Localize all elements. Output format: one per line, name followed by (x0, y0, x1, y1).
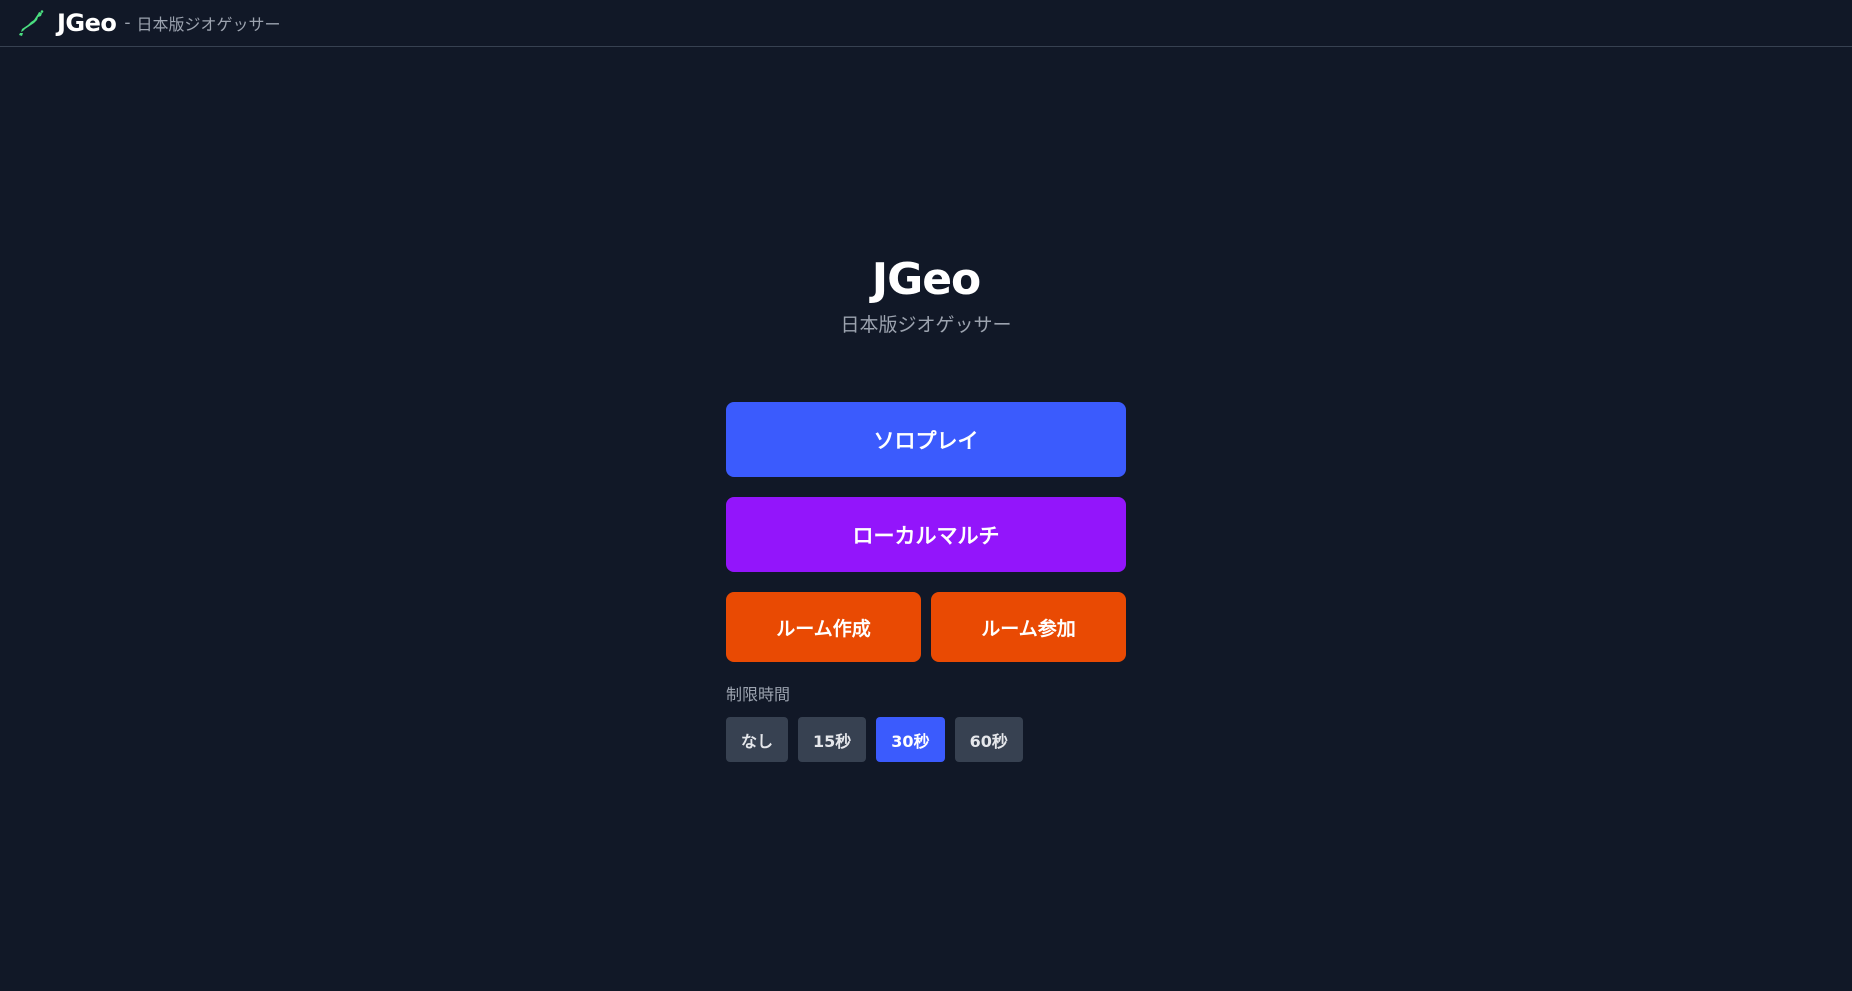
room-button-row: ルーム作成 ルーム参加 (726, 592, 1126, 662)
join-room-button[interactable]: ルーム参加 (931, 592, 1126, 662)
brand-subtitle: 日本版ジオゲッサー (136, 15, 281, 34)
solo-play-button[interactable]: ソロプレイ (726, 402, 1126, 477)
create-room-button[interactable]: ルーム作成 (726, 592, 921, 662)
brand-separator: - (124, 13, 131, 33)
top-bar: JGeo - 日本版ジオゲッサー (0, 0, 1852, 47)
main-menu: ソロプレイ ローカルマルチ ルーム作成 ルーム参加 制限時間 なし 15秒 30… (726, 402, 1126, 762)
time-option-15s[interactable]: 15秒 (798, 717, 867, 762)
time-option-60s[interactable]: 60秒 (954, 717, 1023, 762)
time-option-none[interactable]: なし (726, 717, 789, 762)
japan-map-icon (18, 9, 45, 37)
time-option-30s[interactable]: 30秒 (876, 717, 945, 762)
time-limit-label: 制限時間 (726, 685, 791, 704)
brand-name[interactable]: JGeo (57, 9, 117, 37)
page-subtitle: 日本版ジオゲッサー (840, 314, 1012, 336)
time-limit-options: なし 15秒 30秒 60秒 (726, 717, 1126, 762)
local-multi-button[interactable]: ローカルマルチ (726, 497, 1126, 572)
hero: JGeo 日本版ジオゲッサー (726, 250, 1126, 338)
page-title: JGeo (871, 254, 982, 305)
